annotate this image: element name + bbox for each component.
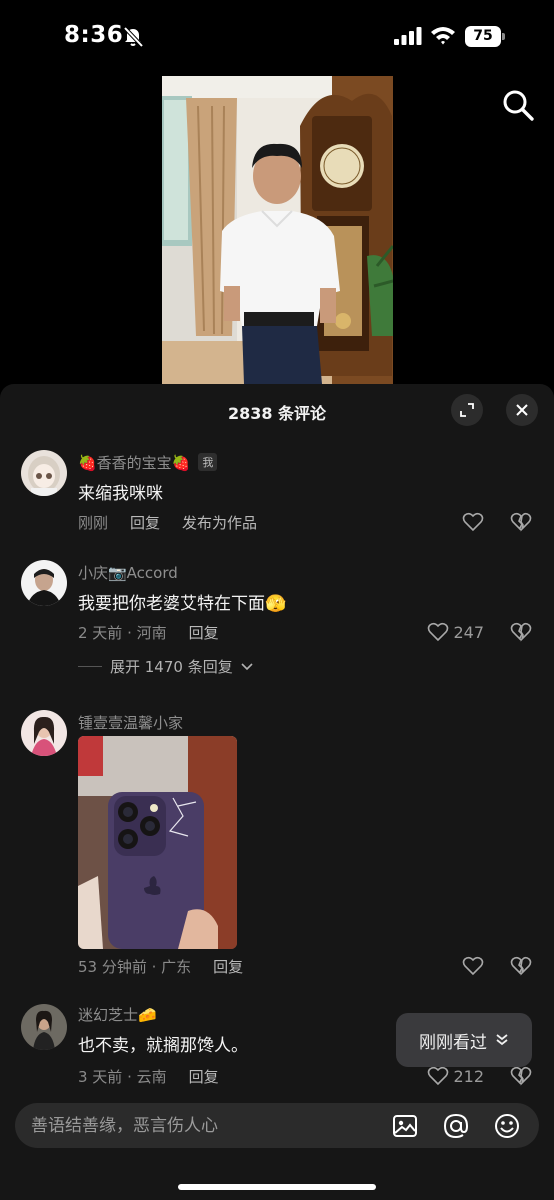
like-button[interactable]: 247: [427, 622, 484, 642]
comment-meta: 2 天前 · 河南 回复: [78, 622, 219, 643]
expand-replies-label: 展开 1470 条回复: [110, 658, 233, 676]
video-frame-image: [162, 76, 393, 384]
comment-username[interactable]: 🍓香香的宝宝🍓: [78, 454, 190, 472]
comment-meta: 53 分钟前 · 广东 回复: [78, 956, 243, 977]
battery-icon: 75: [465, 26, 505, 47]
comment-image[interactable]: [78, 736, 237, 949]
just-seen-label: 刚刚看过: [419, 1032, 487, 1053]
image-icon[interactable]: [391, 1112, 419, 1140]
expand-sheet-button[interactable]: [451, 394, 483, 426]
avatar[interactable]: [21, 450, 67, 496]
reply-button[interactable]: 回复: [189, 1068, 219, 1086]
comment-time: 2 天前 · 河南: [78, 624, 167, 642]
like-count: 212: [453, 1066, 484, 1086]
comment-input-bar: [15, 1103, 539, 1148]
reply-button[interactable]: 回复: [189, 624, 219, 642]
heart-icon: [428, 622, 449, 642]
bell-muted-icon: [123, 26, 144, 48]
close-icon: [516, 404, 528, 416]
comment-meta: 刚刚 回复 发布为作品: [78, 512, 257, 533]
comment-time: 3 天前 · 云南: [78, 1068, 167, 1086]
like-button[interactable]: [462, 956, 484, 976]
heart-icon: [462, 956, 484, 976]
chevron-down-icon: [241, 662, 253, 670]
publish-as-post-button[interactable]: 发布为作品: [182, 514, 257, 532]
like-button[interactable]: 212: [427, 1066, 484, 1086]
like-count: 247: [453, 622, 484, 642]
comment-username[interactable]: 锺壹壹温馨小家: [78, 712, 183, 733]
double-chevron-down-icon: [496, 1034, 508, 1046]
battery-level: 75: [465, 26, 501, 47]
comment-meta: 3 天前 · 云南 回复: [78, 1066, 219, 1087]
comment-time: 53 分钟前 · 广东: [78, 958, 192, 976]
status-time: 8:36: [64, 22, 124, 48]
close-sheet-button[interactable]: [506, 394, 538, 426]
heart-icon: [462, 512, 484, 532]
comment-username[interactable]: 迷幻芝士🧀: [78, 1004, 157, 1025]
just-seen-button[interactable]: 刚刚看过: [396, 1013, 532, 1067]
comment-text: 也不卖，就搁那馋人。: [78, 1036, 248, 1056]
broken-heart-icon[interactable]: [510, 622, 532, 642]
comment-sheet: 2838 条评论 🍓香香的宝宝🍓 我 来缩我咪咪 刚刚 回复 发布为作品 小庆📷…: [0, 384, 554, 1200]
emoji-icon[interactable]: [493, 1112, 521, 1140]
wifi-icon: [431, 27, 455, 45]
avatar[interactable]: [21, 710, 67, 756]
reply-button[interactable]: 回复: [213, 958, 243, 976]
like-button[interactable]: [462, 512, 484, 532]
broken-heart-icon[interactable]: [510, 1066, 532, 1086]
reply-button[interactable]: 回复: [130, 514, 160, 532]
me-badge: 我: [198, 453, 218, 471]
expand-replies-button[interactable]: 展开 1470 条回复: [78, 656, 253, 677]
heart-icon: [428, 1066, 449, 1086]
cellular-signal-icon: [394, 27, 422, 45]
comment-text: 来缩我咪咪: [78, 484, 163, 504]
comment-time: 刚刚: [78, 514, 109, 532]
comment-username[interactable]: 小庆📷Accord: [78, 562, 178, 583]
comment-input[interactable]: [31, 1103, 371, 1148]
broken-heart-icon[interactable]: [510, 956, 532, 976]
avatar[interactable]: [21, 1004, 67, 1050]
search-icon[interactable]: [501, 88, 535, 122]
at-mention-icon[interactable]: [442, 1112, 470, 1140]
broken-heart-icon[interactable]: [510, 512, 532, 532]
status-bar: 8:36 75: [0, 0, 554, 76]
home-indicator[interactable]: [178, 1184, 376, 1190]
expand-icon: [460, 403, 474, 417]
video-player[interactable]: [162, 76, 393, 384]
avatar[interactable]: [21, 560, 67, 606]
comment-text: 我要把你老婆艾特在下面🫣: [78, 594, 287, 614]
